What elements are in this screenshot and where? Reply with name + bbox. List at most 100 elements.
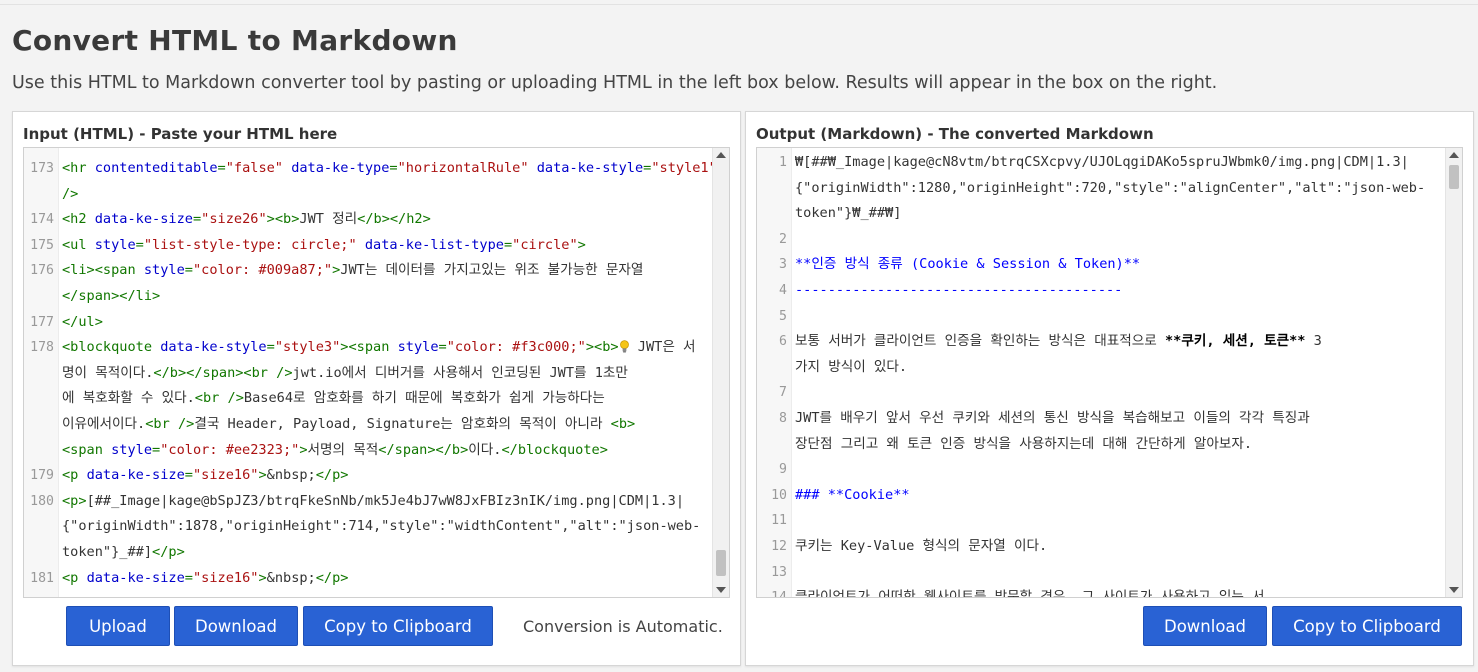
code-text: {"originWidth":1878,"originHeight":714,"… [62, 514, 708, 540]
line-number: 181 [30, 570, 54, 586]
code-token: = [135, 236, 144, 253]
code-token: "color: #009a87;" [192, 262, 333, 279]
code-token: </span></li> [62, 288, 161, 304]
code-token: Base64로 암호화를 하기 때문에 복호화가 쉽게 가능하다는 [243, 390, 605, 407]
code-token: <li><span [62, 262, 144, 279]
output-scrollbar-thumb[interactable] [1449, 165, 1459, 189]
code-text: 에 복호화할 수 있다.<br />Base64로 암호화를 하기 때문에 복호… [62, 386, 708, 412]
line-number: 177 [30, 314, 54, 330]
output-scrollbar[interactable] [1445, 148, 1462, 597]
input-scrollbar[interactable] [712, 148, 729, 597]
code-token: &nbsp; [266, 467, 316, 484]
code-text: {"originWidth":1280,"originHeight":720,"… [795, 176, 1441, 202]
input-scrollbar-thumb[interactable] [716, 550, 726, 576]
code-token: </p> [315, 467, 349, 484]
code-token: 서명의 목적 [307, 441, 379, 458]
page-description: Use this HTML to Markdown converter tool… [12, 73, 1218, 93]
code-token: style [143, 262, 185, 279]
code-token: 명이 목적이다. [62, 364, 154, 381]
code-token: <hr [62, 160, 95, 176]
code-token: = [192, 211, 202, 228]
code-token: JWT 정리 [299, 211, 358, 228]
output-copy-button[interactable]: Copy to Clipboard [1272, 606, 1462, 646]
code-token: ><b> [585, 339, 619, 356]
code-token: token"}₩_##₩] [795, 205, 902, 222]
code-token: 클라이언트가 어떠한 웹사이트를 방문할 경우, 그 사이트가 사용하고 있는 … [795, 589, 1265, 597]
code-text: </ul> [62, 310, 708, 336]
output-download-button[interactable]: Download [1143, 606, 1267, 646]
code-token: <br /> [194, 390, 244, 407]
line-number: 12 [771, 539, 787, 554]
code-token: </b></span><br /> [153, 364, 293, 381]
html-input-editor[interactable]: 173 <hr contenteditable="false" data-ke-t… [23, 147, 730, 598]
scroll-down-icon[interactable] [716, 587, 726, 593]
code-text: 보통 서버가 클라이언트 인증을 확인하는 방식은 대표적으로 **쿠키, 세션… [795, 329, 1441, 355]
code-text: ---------------------------------------- [795, 278, 1441, 304]
html-code-area[interactable]: 173 <hr contenteditable="false" data-ke-t… [24, 148, 712, 597]
code-token: = [184, 467, 193, 484]
code-token: <b> [610, 416, 636, 432]
code-token: JWT를 배우기 앞서 우선 쿠키와 세션의 통신 방식을 복습해보고 이들의 … [795, 410, 1310, 426]
code-token: ₩[##₩_Image|kage@cN8vtm/btrqCSXcpvy/UJOL… [795, 154, 1409, 170]
code-token: > [577, 236, 586, 253]
scroll-up-icon[interactable] [716, 152, 726, 158]
code-token: 에 복호화할 수 있다. [62, 390, 195, 407]
code-token: "color: #ee2323;" [160, 441, 300, 458]
code-token: <blockquote [62, 339, 161, 356]
code-token: <span [62, 441, 112, 458]
code-token: style [397, 339, 439, 356]
code-token: 장단점 그리고 왜 토큰 인증 방식을 사용하지는데 대해 간단하게 알아보자. [795, 435, 1253, 452]
code-text: <p data-ke-size="size16">&nbsp;</p> [62, 566, 708, 592]
code-token: </span></b> [378, 441, 469, 458]
input-copy-button[interactable]: Copy to Clipboard [303, 606, 493, 646]
code-text: token"}₩_##₩] [795, 201, 1441, 227]
code-token: 이다. [468, 441, 502, 458]
markdown-code-area[interactable]: 1 ₩[##₩_Image|kage@cN8vtm/btrqCSXcpvy/UJO… [757, 148, 1445, 597]
code-token: </b></h2> [357, 211, 431, 228]
line-number: 175 [30, 237, 54, 253]
upload-button[interactable]: Upload [66, 606, 170, 646]
code-text: ### **Cookie** [795, 483, 1441, 509]
line-number: 176 [30, 263, 54, 279]
code-token: data-ke-size [86, 467, 185, 484]
markdown-output-editor[interactable]: 1 ₩[##₩_Image|kage@cN8vtm/btrqCSXcpvy/UJO… [756, 147, 1463, 598]
code-token: 가지 방식이 있다. [795, 358, 908, 375]
code-text: <span style="color: #ee2323;">서명의 목적</sp… [62, 438, 708, 464]
code-token: > [299, 441, 308, 458]
code-token: token"}_##] [62, 544, 153, 560]
output-panel-title: Output (Markdown) - The converted Markdo… [756, 125, 1154, 143]
code-token: = [184, 262, 193, 279]
code-token: 3 [1305, 333, 1322, 350]
code-token: "false" [225, 160, 283, 176]
code-text: <p>[##_Image|kage@bSpJZ3/btrqFkeSnNb/mk5… [62, 489, 708, 515]
line-number: 173 [30, 161, 54, 176]
code-token: 이유에서이다. [62, 416, 146, 432]
code-text: <h2 data-ke-size="size26"><b>JWT 정리</b><… [62, 207, 708, 233]
code-token: "style3" [274, 339, 341, 356]
code-token: "size16" [192, 467, 259, 484]
code-text: token"}_##]</p> [62, 540, 708, 566]
code-text: <ul style="list-style-type: circle;" dat… [62, 233, 708, 259]
code-token: ### **Cookie** [795, 486, 910, 503]
top-divider [0, 4, 1478, 5]
output-panel: Output (Markdown) - The converted Markdo… [745, 111, 1474, 666]
code-token: {"originWidth":1878,"originHeight":714,"… [62, 518, 701, 535]
input-download-button[interactable]: Download [174, 606, 298, 646]
code-text: 쿠키는 Key-Value 형식의 문자열 이다. [795, 534, 1441, 560]
code-token: ><b> [266, 211, 300, 228]
code-token: </blockquote> [501, 441, 608, 458]
scroll-down-icon[interactable] [1449, 587, 1459, 593]
code-token: <p [62, 467, 87, 484]
scroll-up-icon[interactable] [1449, 152, 1459, 158]
lightbulb-icon [619, 340, 629, 353]
line-number: 179 [30, 468, 54, 484]
code-token: <ul [62, 236, 95, 253]
line-number: 178 [30, 340, 54, 356]
code-token: data-ke-style [536, 160, 644, 176]
code-token: contenteditable [94, 160, 218, 176]
code-token: &nbsp; [266, 569, 316, 586]
code-token: 결국 Header, Payload, Signature는 암호화의 목적이 … [194, 416, 611, 432]
code-text: 가지 방식이 있다. [795, 355, 1441, 381]
code-token: "horizontalRule" [397, 160, 529, 176]
